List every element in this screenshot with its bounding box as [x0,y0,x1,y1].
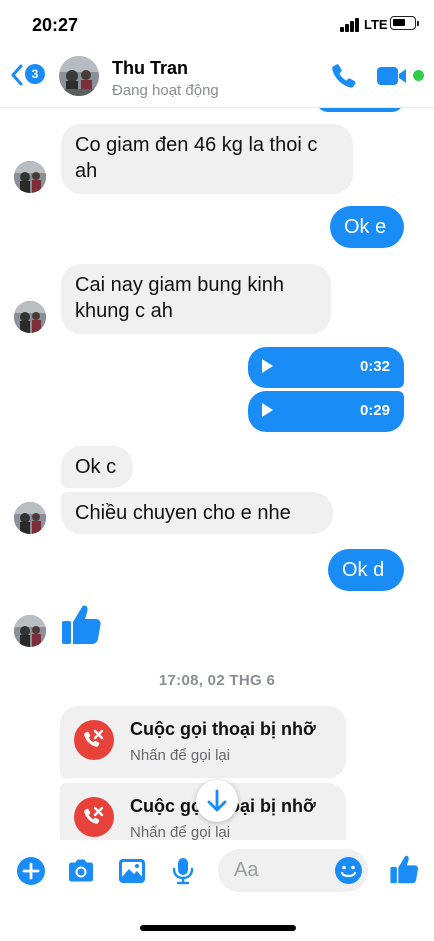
microphone-icon[interactable] [168,856,198,886]
message-bubble-outgoing[interactable]: Ok e [330,206,404,248]
gallery-icon[interactable] [117,856,147,886]
avatar[interactable] [14,161,46,193]
missed-call-card[interactable]: Cuộc gọi thoại bị nhỡ Nhấn để gọi lại [60,706,346,778]
message-list[interactable]: Co giam đen 46 kg la thoi c ah Ok e Cai … [0,108,434,840]
avatar[interactable] [14,615,46,647]
contact-avatar[interactable] [59,56,99,96]
video-camera-icon[interactable] [376,64,408,88]
missed-call-icon [74,720,114,760]
scroll-to-bottom-button[interactable] [196,780,238,822]
thumbs-up-icon[interactable] [389,853,419,885]
chevron-left-icon [11,64,23,86]
missed-call-subtitle: Nhấn để gọi lại [130,824,231,840]
voice-duration: 0:29 [359,402,390,419]
emoji-icon[interactable] [334,856,363,885]
arrow-down-icon [207,789,227,812]
back-button[interactable]: 3 [8,60,48,90]
phone-icon[interactable] [330,62,358,90]
missed-call-title: Cuộc gọi thoại bị nhỡ [130,719,316,739]
status-bar: 20:27 LTE [0,0,434,46]
message-input[interactable] [234,849,334,892]
message-bubble-incoming[interactable]: Ok c [61,446,133,488]
camera-icon[interactable] [66,856,96,886]
voice-message[interactable]: 0:32 [248,347,404,388]
active-status: Đang hoạt động [112,82,219,99]
plus-icon[interactable] [16,856,46,886]
signal-icon [340,18,360,32]
conversation-header: 3 Thu Tran Đang hoạt động [0,46,434,108]
thumbs-up-icon[interactable] [60,602,102,646]
unread-count-badge: 3 [25,64,45,84]
missed-call-subtitle: Nhấn để gọi lại [130,747,231,764]
conversation-timestamp: 17:08, 02 THG 6 [158,672,276,689]
home-indicator [140,925,296,931]
contact-name[interactable]: Thu Tran [112,58,188,79]
battery-icon [390,16,419,30]
message-bubble-incoming[interactable]: Co giam đen 46 kg la thoi c ah [61,124,353,194]
voice-message[interactable]: 0:29 [248,391,404,432]
missed-call-icon [74,797,114,837]
message-bubble-incoming[interactable]: Chiều chuyen cho e nhe [61,492,333,534]
network-label: LTE [364,17,388,32]
message-composer [0,840,434,941]
message-input-box[interactable] [218,849,368,892]
message-bubble-incoming[interactable]: Cai nay giam bung kinh khung c ah [61,264,331,334]
voice-duration: 0:32 [359,358,390,375]
play-icon[interactable] [262,403,273,417]
status-time: 20:27 [32,15,79,35]
message-bubble-outgoing[interactable]: Ok d [328,549,404,591]
message-bubble-partial [316,108,404,112]
play-icon[interactable] [262,359,273,373]
avatar[interactable] [14,502,46,534]
online-indicator [413,70,424,81]
avatar[interactable] [14,301,46,333]
